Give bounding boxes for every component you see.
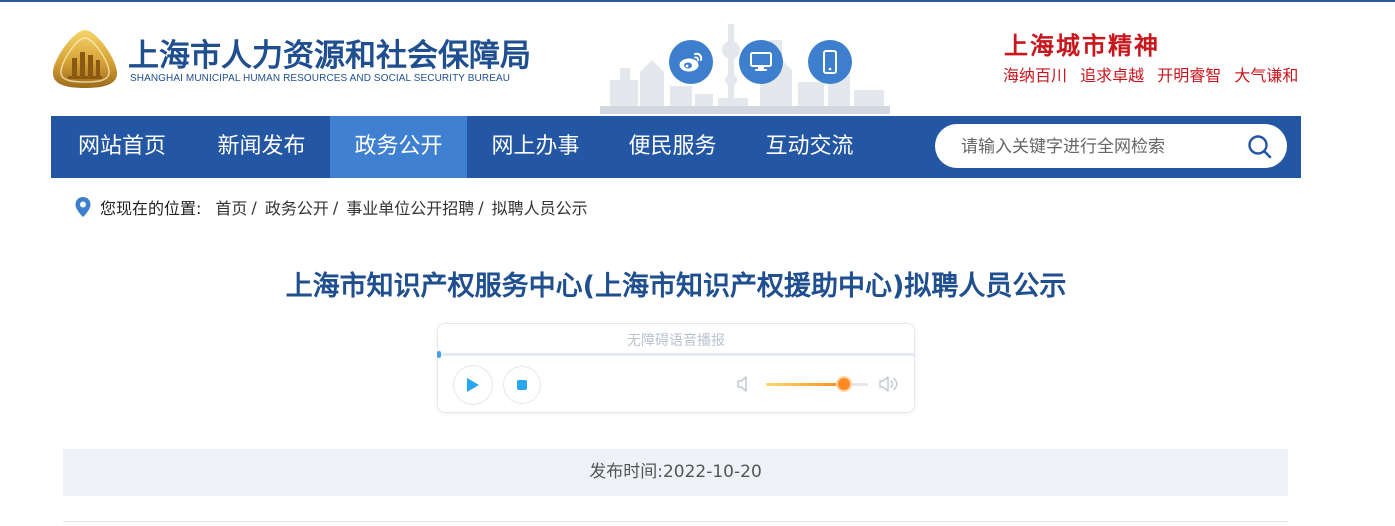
breadcrumb-item-current[interactable]: 拟聘人员公示	[492, 195, 588, 219]
breadcrumb: 您现在的位置: 首页 / 政务公开 / 事业单位公开招聘 / 拟聘人员公示	[74, 194, 588, 220]
play-icon	[467, 378, 479, 392]
breadcrumb-separator: /	[251, 197, 257, 217]
city-spirit-slogans: 海纳百川 追求卓越 开明睿智 大气谦和	[1003, 62, 1306, 86]
city-spirit-title: 上海城市精神	[1004, 31, 1160, 60]
slogan-item: 大气谦和	[1234, 66, 1299, 85]
nav-item-online-services[interactable]: 网上办事	[467, 116, 604, 178]
volume-high-icon[interactable]	[878, 375, 900, 393]
publish-date: 2022-10-20	[662, 462, 762, 482]
player-progress-indicator	[437, 351, 441, 358]
slogan-item: 海纳百川	[1003, 66, 1068, 85]
slogan-item: 开明睿智	[1157, 66, 1222, 85]
publish-label: 发布时间:	[589, 462, 663, 482]
bureau-logo-icon[interactable]	[50, 28, 120, 90]
site-header: 上海市人力资源和社会保障局 SHANGHAI MUNICIPAL HUMAN R…	[0, 2, 1395, 114]
stop-button[interactable]	[503, 366, 541, 404]
mobile-version-button[interactable]	[808, 40, 852, 84]
player-progress-bar[interactable]	[437, 351, 914, 358]
breadcrumb-item-government-affairs[interactable]: 政务公开	[265, 195, 329, 219]
breadcrumb-item-home[interactable]: 首页	[215, 195, 247, 219]
player-label: 无障碍语音播报	[627, 333, 725, 349]
volume-slider-handle[interactable]	[837, 378, 850, 390]
breadcrumb-label: 您现在的位置:	[100, 199, 202, 218]
slogan-item: 追求卓越	[1080, 66, 1145, 85]
mobile-icon	[823, 50, 837, 74]
volume-low-icon[interactable]	[736, 375, 752, 393]
nav-item-interaction[interactable]: 互动交流	[741, 116, 878, 178]
nav-item-home[interactable]: 网站首页	[51, 116, 193, 178]
search-box	[935, 124, 1287, 170]
breadcrumb-item-recruitment[interactable]: 事业单位公开招聘	[346, 195, 474, 219]
divider	[63, 521, 1288, 522]
site-name[interactable]: 上海市人力资源和社会保障局	[128, 30, 531, 75]
play-button[interactable]	[453, 365, 493, 405]
volume-slider[interactable]	[766, 378, 868, 390]
volume-slider-fill	[766, 383, 844, 386]
nav-item-news[interactable]: 新闻发布	[193, 116, 330, 178]
nav-item-government-affairs[interactable]: 政务公开	[330, 116, 467, 178]
search-icon[interactable]	[1247, 134, 1273, 160]
weibo-button[interactable]	[669, 40, 713, 84]
stop-icon	[517, 380, 527, 390]
desktop-version-button[interactable]	[739, 40, 783, 84]
breadcrumb-separator: /	[478, 197, 484, 217]
desktop-icon	[750, 52, 772, 71]
main-nav: 网站首页 新闻发布 政务公开 网上办事 便民服务 互动交流	[51, 116, 1301, 178]
nav-item-public-services[interactable]: 便民服务	[604, 116, 741, 178]
audio-player: 无障碍语音播报	[437, 323, 915, 413]
publish-info-bar: 发布时间:2022-10-20	[63, 449, 1288, 496]
search-input[interactable]	[959, 124, 1243, 170]
article-title: 上海市知识产权服务中心(上海市知识产权援助中心)拟聘人员公示	[285, 271, 1067, 302]
breadcrumb-separator: /	[332, 197, 339, 217]
location-pin-icon	[75, 197, 91, 217]
weibo-icon	[679, 52, 703, 72]
site-name-en: SHANGHAI MUNICIPAL HUMAN RESOURCES AND S…	[130, 73, 511, 84]
